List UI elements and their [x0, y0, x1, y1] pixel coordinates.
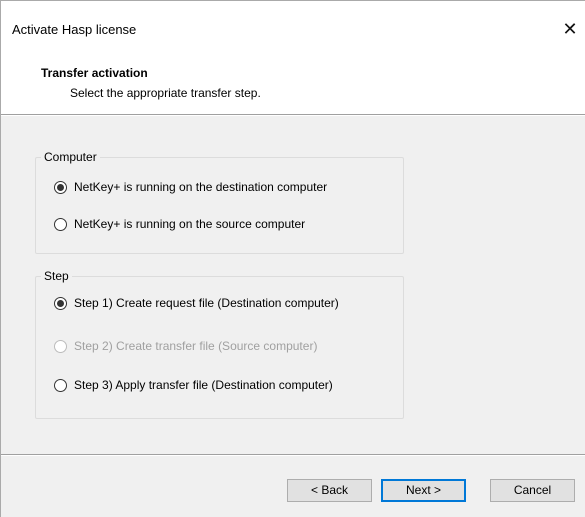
back-button[interactable]: < Back: [287, 479, 372, 502]
wizard-step-subtitle: Select the appropriate transfer step.: [70, 86, 261, 100]
wizard-step-title: Transfer activation: [41, 66, 148, 80]
wizard-header: Transfer activation Select the appropria…: [1, 49, 585, 114]
radio-destination-computer[interactable]: NetKey+ is running on the destination co…: [54, 178, 327, 196]
radio-step-1[interactable]: Step 1) Create request file (Destination…: [54, 294, 339, 312]
radio-label: Step 1) Create request file (Destination…: [74, 296, 339, 310]
step-group: Step Step 1) Create request file (Destin…: [35, 269, 404, 419]
radio-button-checked[interactable]: [54, 180, 67, 194]
activate-hasp-license-dialog: Activate Hasp license ✕ Transfer activat…: [0, 0, 585, 517]
radio-button[interactable]: [54, 217, 67, 231]
title-bar: Activate Hasp license ✕: [1, 1, 585, 49]
radio-step-2: Step 2) Create transfer file (Source com…: [54, 337, 317, 355]
radio-button-disabled: [54, 339, 67, 353]
computer-group: Computer NetKey+ is running on the desti…: [35, 150, 404, 254]
radio-source-computer[interactable]: NetKey+ is running on the source compute…: [54, 215, 305, 233]
footer-divider-highlight: [1, 455, 585, 456]
window-title: Activate Hasp license: [12, 22, 137, 37]
close-icon[interactable]: ✕: [556, 15, 584, 43]
radio-button-checked[interactable]: [54, 296, 67, 310]
radio-label: Step 3) Apply transfer file (Destination…: [74, 378, 333, 392]
radio-label: NetKey+ is running on the destination co…: [74, 180, 328, 194]
header-divider-highlight: [1, 115, 585, 116]
radio-step-3[interactable]: Step 3) Apply transfer file (Destination…: [54, 376, 333, 394]
computer-group-legend: Computer: [41, 150, 100, 164]
cancel-button[interactable]: Cancel: [490, 479, 575, 502]
radio-button[interactable]: [54, 378, 67, 392]
step-group-legend: Step: [41, 269, 72, 283]
radio-label: Step 2) Create transfer file (Source com…: [74, 339, 318, 353]
radio-label: NetKey+ is running on the source compute…: [74, 217, 306, 231]
next-button[interactable]: Next >: [381, 479, 466, 502]
